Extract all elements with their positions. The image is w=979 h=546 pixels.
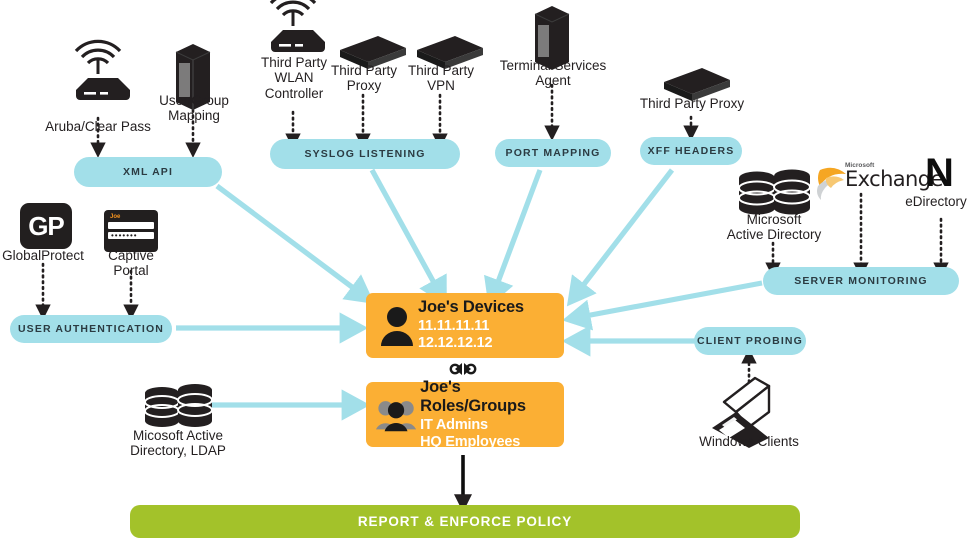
caption-user-group-mapping: User/Group Mapping <box>159 93 229 124</box>
card-devices-title: Joe's Devices <box>418 298 524 317</box>
card-joes-roles-groups[interactable]: Joe's Roles/Groups IT Admins HQ Employee… <box>366 378 564 450</box>
caption-captive-portal: Captive Portal <box>108 248 154 279</box>
pill-client-probing[interactable]: CLIENT PROBING <box>694 327 806 355</box>
ad-ldap-db-icon <box>144 384 213 427</box>
captive-portal-username: Joe <box>110 214 121 220</box>
caption-terminal-services-agent: Terminal Services Agent <box>499 58 607 89</box>
caption-ms-ad-ldap: Micosoft Active Directory, LDAP <box>130 428 226 459</box>
pill-port-mapping[interactable]: PORT MAPPING <box>495 139 611 167</box>
caption-third-party-proxy-right: Third Party Proxy <box>639 96 745 111</box>
caption-aruba: Aruba/Clear Pass <box>45 119 151 134</box>
caption-globalprotect: GlobalProtect <box>2 248 84 263</box>
caption-edirectory: eDirectory <box>905 194 967 209</box>
report-enforce-policy-bar[interactable]: REPORT & ENFORCE POLICY <box>130 505 800 538</box>
pill-xff-headers[interactable]: XFF HEADERS <box>640 137 742 165</box>
password-dots: ••••••• <box>111 231 138 240</box>
card-devices-ip-1: 11.11.11.11 <box>418 318 490 335</box>
card-joes-devices[interactable]: Joe's Devices 11.11.11.11 12.12.12.12 <box>366 293 564 358</box>
caption-third-party-vpn: Third Party VPN <box>407 63 475 94</box>
edirectory-n-mark: N <box>925 151 954 195</box>
diagram-canvas: Aruba/Clear Pass User/Group Mapping Thir… <box>0 0 979 546</box>
globalprotect-mark: GP <box>28 210 65 241</box>
caption-windows-clients: Windows Clients <box>699 434 799 449</box>
card-roles-title: Joe's Roles/Groups <box>420 377 526 416</box>
captive-portal-icon: Joe ••••••• <box>104 210 158 252</box>
card-devices-ip-2: 12.12.12.12 <box>418 335 493 352</box>
link-icon <box>449 363 477 375</box>
user-avatar-icon <box>381 306 413 346</box>
aruba-access-point-icon <box>74 39 130 100</box>
captive-portal-password-field: ••••••• <box>108 231 154 240</box>
caption-third-party-proxy: Third Party Proxy <box>330 63 398 94</box>
pill-user-authentication[interactable]: USER AUTHENTICATION <box>10 315 172 343</box>
active-directory-db-icon <box>738 169 811 215</box>
card-roles-line-1: IT Admins <box>420 417 488 434</box>
pill-server-monitoring[interactable]: SERVER MONITORING <box>763 267 959 295</box>
wlan-controller-icon <box>269 0 325 52</box>
card-roles-line-2: HQ Employees <box>420 434 521 451</box>
user-group-icon <box>376 400 417 431</box>
exchange-logo-icon <box>817 167 846 200</box>
captive-portal-user-field <box>108 222 154 229</box>
pill-syslog-listening[interactable]: SYSLOG LISTENING <box>270 139 460 169</box>
pill-xml-api[interactable]: XML API <box>74 157 222 187</box>
caption-microsoft-active-directory: Microsoft Active Directory <box>726 212 822 243</box>
globalprotect-icon: GP <box>20 203 72 249</box>
